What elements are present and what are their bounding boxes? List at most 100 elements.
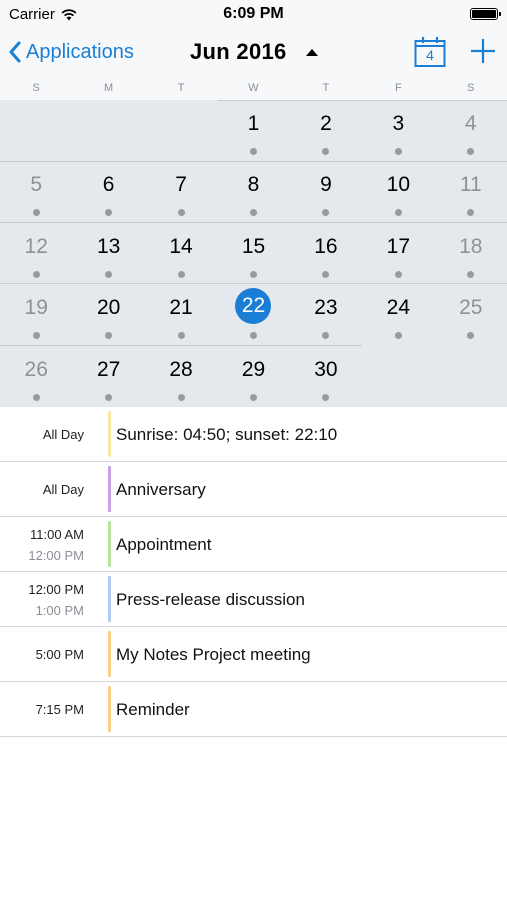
day-number: 15 [241, 234, 266, 258]
day-cell[interactable]: 25 [435, 284, 507, 345]
day-number: 19 [24, 296, 48, 320]
day-cell[interactable]: 22 [217, 284, 289, 345]
day-cell[interactable]: 28 [145, 346, 217, 407]
day-number: 21 [169, 296, 193, 320]
day-cell[interactable]: 30 [290, 346, 362, 407]
day-number: 10 [386, 173, 411, 197]
day-cell[interactable]: 9 [290, 161, 362, 222]
battery-icon [470, 8, 501, 20]
day-cell[interactable]: 6 [72, 161, 144, 222]
day-number: 12 [24, 234, 48, 258]
day-cell[interactable]: 1 [217, 100, 289, 161]
event-start-time: 5:00 PM [35, 647, 84, 662]
event-indicator-dot [394, 332, 402, 340]
day-cell[interactable]: 17 [362, 223, 434, 284]
month-grid: 1 2 3 4 5 6 7 8 9 10 11 12 13 14 15 16 17 18 19 20 21 22 23 24 2… [0, 100, 507, 407]
day-cell[interactable]: 14 [145, 223, 217, 284]
event-indicator-dot [467, 332, 475, 340]
navigation-bar: Applications Jun 2016 4 [0, 28, 507, 76]
status-bar: Carrier 6:09 PM [0, 0, 507, 28]
event-start-time: 11:00 AM [30, 527, 84, 542]
event-start-time: All Day [42, 427, 84, 442]
day-cell[interactable]: 4 [435, 100, 507, 161]
event-color-bar [108, 521, 111, 567]
event-title: Reminder [116, 700, 190, 719]
day-number: 9 [320, 173, 332, 197]
day-cell[interactable]: 18 [435, 223, 507, 284]
event-color-bar [108, 631, 111, 677]
day-cell[interactable]: 8 [217, 161, 289, 222]
add-event-button[interactable] [468, 36, 498, 66]
event-color-bar [108, 411, 111, 457]
day-number: 5 [30, 173, 43, 197]
event-indicator-dot [177, 270, 185, 278]
event-row[interactable]: 7:15 PM Reminder [0, 682, 507, 737]
day-number: 1 [247, 112, 260, 135]
event-indicator-dot [105, 332, 113, 340]
day-number: 14 [169, 234, 193, 258]
event-start-time: 7:15 PM [35, 702, 84, 717]
event-indicator-dot [322, 393, 330, 401]
event-title: Sunrise: 04:50; sunset: 22:10 [116, 425, 338, 444]
event-indicator-dot [467, 270, 475, 278]
weekday-label: F [394, 82, 402, 94]
day-cell[interactable]: 15 [217, 223, 289, 284]
day-cell[interactable]: 16 [290, 223, 362, 284]
event-indicator-dot [249, 209, 257, 217]
event-indicator-dot [249, 332, 257, 340]
weekday-header: S M T W T F S [0, 76, 507, 100]
day-cell[interactable]: 3 [362, 100, 434, 161]
day-number: 11 [459, 173, 482, 197]
day-number: 20 [96, 296, 121, 320]
day-cell[interactable]: 10 [362, 161, 434, 222]
day-number: 7 [175, 173, 187, 197]
day-cell[interactable]: 19 [0, 284, 72, 345]
day-cell[interactable]: 27 [72, 346, 144, 407]
event-color-bar [108, 686, 111, 732]
day-cell[interactable]: 26 [0, 346, 72, 407]
day-cell[interactable]: 2 [290, 100, 362, 161]
day-cell[interactable]: 24 [362, 284, 434, 345]
day-number: 6 [102, 173, 115, 197]
day-cell[interactable]: 5 [0, 161, 72, 222]
day-cell[interactable]: 7 [145, 161, 217, 222]
event-indicator-dot [322, 148, 330, 155]
day-number: 18 [459, 234, 483, 258]
event-end-time: 1:00 PM [35, 603, 84, 618]
chevron-left-icon [9, 41, 21, 63]
event-indicator-dot [32, 209, 40, 217]
month-title-button[interactable]: Jun 2016 [190, 37, 319, 67]
event-indicator-dot [394, 209, 402, 217]
day-cell[interactable]: 13 [72, 223, 144, 284]
event-indicator-dot [177, 393, 185, 401]
day-cell[interactable]: 12 [0, 223, 72, 284]
event-row[interactable]: All Day Anniversary [0, 462, 507, 517]
event-row[interactable]: 5:00 PM My Notes Project meeting [0, 627, 507, 682]
day-cell[interactable]: 29 [217, 346, 289, 407]
event-indicator-dot [322, 332, 330, 340]
event-indicator-dot [249, 393, 257, 401]
event-row[interactable]: 12:00 PM 1:00 PM Press-release discussion [0, 572, 507, 627]
day-number: 28 [169, 357, 193, 381]
event-indicator-dot [177, 332, 185, 340]
day-cell[interactable]: 20 [72, 284, 144, 345]
caret-up-icon [305, 49, 318, 56]
day-cell[interactable]: 21 [145, 284, 217, 345]
day-cell[interactable]: 11 [435, 161, 507, 222]
event-indicator-dot [322, 270, 330, 278]
today-button[interactable]: 4 [414, 36, 446, 68]
day-number: 8 [247, 173, 260, 197]
event-indicator-dot [32, 270, 40, 278]
event-row[interactable]: All Day Sunrise: 04:50; sunset: 22:10 [0, 407, 507, 462]
back-button[interactable]: Applications [8, 36, 134, 68]
event-title: My Notes Project meeting [116, 645, 311, 664]
day-number: 25 [459, 296, 483, 320]
weekday-label: T [177, 82, 185, 94]
day-cell[interactable]: 23 [290, 284, 362, 345]
status-time: 6:09 PM [223, 5, 284, 22]
event-row[interactable]: 11:00 AM 12:00 PM Appointment [0, 517, 507, 572]
event-color-bar [108, 576, 111, 622]
event-list: All Day Sunrise: 04:50; sunset: 22:10 All … [0, 407, 507, 737]
event-indicator-dot [32, 393, 40, 401]
event-indicator-dot [177, 209, 185, 217]
